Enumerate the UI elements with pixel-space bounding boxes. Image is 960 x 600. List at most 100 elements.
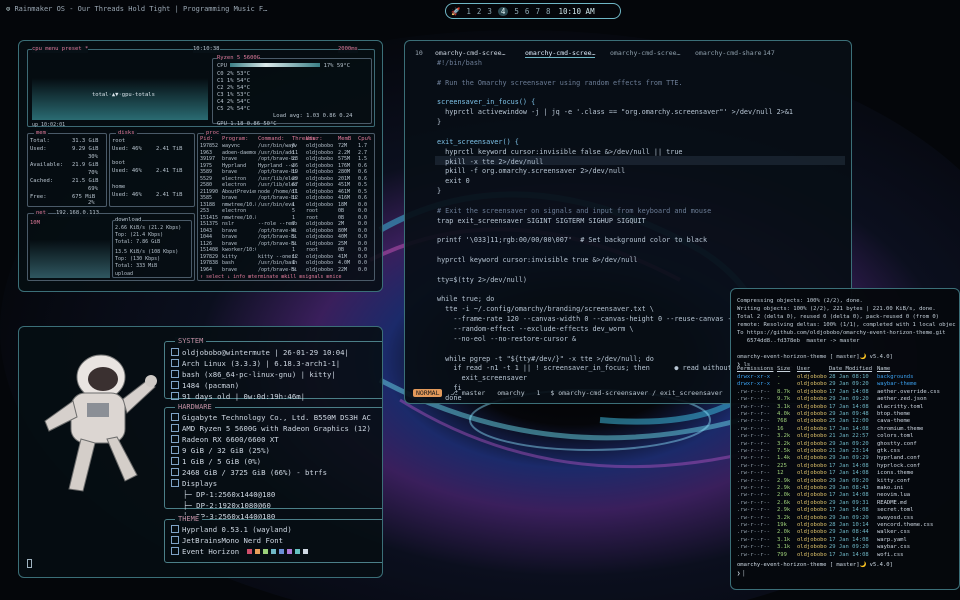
terminal-line: To https://github.com/oldjobobo/omarchy-… [737,330,946,337]
proc-col-header[interactable]: Program: [222,136,249,143]
ls-header: Name [877,366,891,372]
display-icon [171,479,179,487]
disk-root-size: 2.41 TiB [156,146,183,152]
proc-cell: 5 [292,266,296,273]
proc-cell: 22M [338,266,348,273]
cpu-model: Ryzen 5 5600G [217,55,261,62]
workspace-8[interactable]: 8 [546,7,551,16]
terminal-line: Compressing objects: 100% (2/2), done. [737,298,863,304]
window-manager-icon [171,525,179,533]
top-bar: ⊙ Rainmaker OS - Our Threads Hold Tight … [0,0,960,22]
uptime: up 10:02:01 [32,122,66,128]
theme-name: Event Horizon [182,547,240,556]
display-dp2: ├─ DP-2:1920x1080@60 [183,501,271,510]
gpu-stats: GPU 1.18 0.86 50°C [217,121,277,127]
cursor [27,559,32,568]
proc-col-header[interactable]: User: [306,136,323,143]
mode-indicator: NORMAL [413,389,443,397]
display-dp1: ├─ DP-1:2560x1440@180 [183,490,276,499]
workspace-5[interactable]: 5 [514,7,519,16]
cpu: AMD Ryzen 5 5600G with Radeon Graphics (… [182,424,371,433]
workspace-switcher: 🚀 1 2 3 4 5 6 7 8 10:10 AM [445,3,621,19]
workspace-6[interactable]: 6 [525,7,530,16]
clock[interactable]: 10:10 AM [558,7,594,16]
git-branch: master [461,389,486,397]
gpu-icon [171,435,179,443]
cpu-core-row: C2 2% 54°C [217,85,251,91]
shell-terminal: bash (x86_64-pc-linux-gnu) | kitty| [182,370,336,379]
code-line: while pgrep -t "${tty#/dev/}" -x tte >/d… [437,354,654,363]
proc-col-header[interactable]: Cpu% [358,136,371,143]
fastfetch-window[interactable]: SYSTEM oldjobobo@wintermute | 26-01-29 1… [18,326,383,578]
ls-header: Date Modified [829,366,873,372]
code-line: trap exit_screensaver SIGINT SIGTERM SIG… [437,216,646,225]
terminal-line: 6574dd8..fd378eb master -> master [737,338,860,345]
ls-cell: 17 Jan 14:08 [829,551,869,558]
cpu-graph [32,60,208,120]
cpu-core-row: C0 2% 53°C [217,71,251,77]
code-line: while true; do [437,295,495,304]
terminal-window[interactable]: Compressing objects: 100% (2/2), done. Wr… [730,288,960,590]
ls-header: Size [777,366,791,372]
project-name: omarchy [497,389,525,397]
prompt-cursor[interactable]: ❯ ▏ [737,570,747,578]
proc-col-header[interactable]: Command: [258,136,285,143]
btop-menu[interactable]: cpu menu preset * [32,46,89,53]
displays-label: Displays [182,479,218,488]
workspace-3[interactable]: 3 [487,7,492,16]
color-swatch [255,549,261,554]
shell-icon [171,370,179,378]
btop-time: 10:10:38 [193,46,220,53]
btop-window[interactable]: cpu menu preset * 10:10:38 2000ms total·… [18,40,383,292]
status-line: NORMAL ⎇ master omarchy 1 $ omarchy-cmd-… [413,389,723,397]
astronaut-image [44,354,157,492]
proc-col-header[interactable]: MemB [338,136,351,143]
proc-cell: brave [222,266,238,273]
net-upload: 13.5 KiB/s (108 Kbps) [115,249,179,255]
branch-icon: ⎇ [450,389,462,397]
code-line: tty=$(tty 2>/dev/null) [437,275,528,284]
hardware-heading: HARDWARE [175,403,215,411]
rocket-icon[interactable]: 🚀 [451,7,460,16]
cpu-graph-label: total·▲▼·gpu-totals [92,92,155,98]
tab-1[interactable]: omarchy-cmd-scree… [435,49,505,57]
proc-footer[interactable]: ↑ select ↓ info ⊞terminate ⊞kill ⊞signal… [200,274,341,281]
code-line: #!/bin/bash [437,59,483,67]
workspace-1[interactable]: 1 [466,7,471,16]
cpu-core-row: C3 1% 53°C [217,92,251,98]
ls-cell: oldjobobo [797,551,827,558]
ls-cell: 799 [777,551,787,558]
color-swatch [279,549,285,554]
ls-header: Permissions [737,366,774,372]
tab-2[interactable]: omarchy-cmd-scree… [525,49,596,58]
terminal-line: Writing objects: 100% (2/2), 221 bytes |… [737,306,936,313]
tab-3[interactable]: omarchy-cmd-scree… [610,49,680,57]
tab-count: 147 [763,49,775,57]
os-kernel: Arch Linux (3.3.3) | 6.18.3-arch1-1| [182,359,341,368]
disk-icon [171,468,179,476]
workspace-7[interactable]: 7 [535,7,540,16]
system-heading: SYSTEM [175,337,207,345]
workspace-4[interactable]: 4 [497,6,509,16]
code-line: exit 0 [437,177,470,186]
workspace-2[interactable]: 2 [477,7,482,16]
swap-icon [171,457,179,465]
load-average: Load avg: 1.03 0.86 0.24 [273,113,353,119]
tab-4[interactable]: omarchy-cmd-share [695,49,762,57]
disk-boot-size: 2.41 TiB [156,168,183,174]
btop-update-speed[interactable]: 2000ms [338,46,358,53]
cpu-temp: 59°C [336,63,351,69]
mem-available: 21.9 GiB [72,162,99,168]
terminal-line: Total 2 (delta 0), reused 0 (delta 0), p… [737,314,939,321]
theme-section: THEME Hyprland 0.53.1 (wayland) JetBrain… [164,515,382,563]
proc-box: proc Pid: Program: Command: Threads: User: Me… [197,130,375,281]
hardware-section: HARDWARE Gigabyte Technology Co., Ltd. B… [164,403,382,521]
proc-col-header[interactable]: Pid: [200,136,213,143]
proc-cell: 1964 [200,266,213,273]
disk: 2468 GiB / 3725 GiB (66%) - btrfs [182,468,327,477]
code-line: printf '\033]11;rgb:00/00/00\007' # Set … [437,236,708,245]
mem-box: mem Total: 31.3 GiB Used: 9.29 GiB 30% A… [27,130,107,207]
cpu-cores-box: Ryzen 5 5600G CPU 17% 59°C C0 2% 53°C C1 … [212,55,372,127]
mem-used: 9.29 GiB [72,146,99,152]
window-title: ⊙ Rainmaker OS - Our Threads Hold Tight … [6,5,267,13]
